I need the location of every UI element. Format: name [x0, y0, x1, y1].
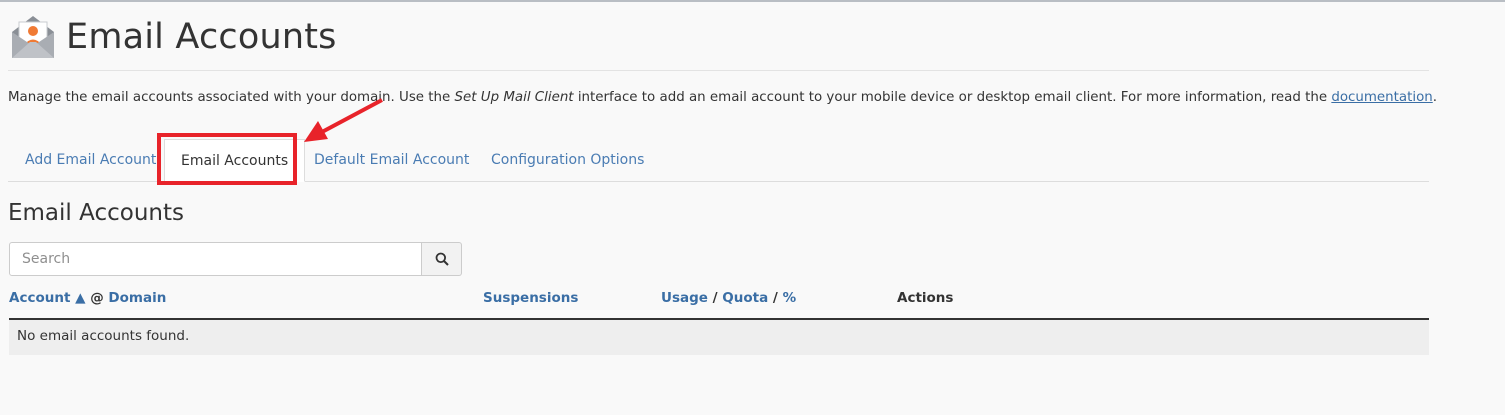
sort-suspensions-link[interactable]: Suspensions	[483, 290, 578, 306]
set-up-mail-client-text: Set Up Mail Client	[454, 90, 574, 105]
sort-account-link[interactable]: Account	[9, 290, 70, 306]
suspensions-header: Suspensions	[483, 290, 578, 308]
sort-quota-link[interactable]: Quota	[722, 290, 768, 306]
tab-email-accounts[interactable]: Email Accounts	[164, 139, 306, 182]
annotation-arrow-icon	[304, 98, 383, 142]
separator: /	[772, 290, 778, 306]
at-symbol: @	[90, 290, 104, 306]
documentation-link[interactable]: documentation	[1331, 90, 1432, 105]
search-input[interactable]	[9, 242, 423, 276]
actions-header-label: Actions	[897, 290, 954, 306]
top-border	[0, 0, 1505, 2]
sort-usage-link[interactable]: Usage	[661, 290, 708, 306]
search-group	[9, 242, 462, 276]
search-icon	[435, 252, 449, 266]
tab-add-email-account[interactable]: Add Email Account	[25, 139, 156, 180]
separator: /	[712, 290, 718, 306]
search-button[interactable]	[422, 242, 462, 276]
description-suffix: .	[1432, 90, 1438, 105]
empty-table-message: No email accounts found.	[17, 328, 190, 344]
section-title: Email Accounts	[8, 200, 184, 226]
page-title: Email Accounts	[66, 17, 337, 57]
description-prefix: Manage the email accounts associated wit…	[8, 90, 455, 105]
tab-configuration-options[interactable]: Configuration Options	[491, 139, 644, 180]
sort-domain-link[interactable]: Domain	[108, 290, 166, 306]
tab-bar: Add Email Account Email Accounts Default…	[8, 139, 1429, 182]
description-middle: interface to add an email account to you…	[573, 90, 1332, 105]
table-header: Account ▲ @ Domain Suspensions Usage / Q…	[9, 290, 1429, 320]
page-description: Manage the email accounts associated wit…	[8, 90, 1437, 105]
header-divider	[8, 70, 1429, 71]
table-row: No email accounts found.	[9, 320, 1429, 355]
actions-header: Actions	[897, 290, 953, 308]
page-header: Email Accounts	[8, 12, 337, 62]
email-accounts-icon	[12, 16, 54, 58]
account-domain-header: Account ▲ @ Domain	[9, 290, 166, 308]
sort-asc-icon[interactable]: ▲	[75, 290, 85, 306]
sort-percent-link[interactable]: %	[783, 290, 797, 306]
usage-quota-header: Usage / Quota / %	[661, 290, 796, 308]
